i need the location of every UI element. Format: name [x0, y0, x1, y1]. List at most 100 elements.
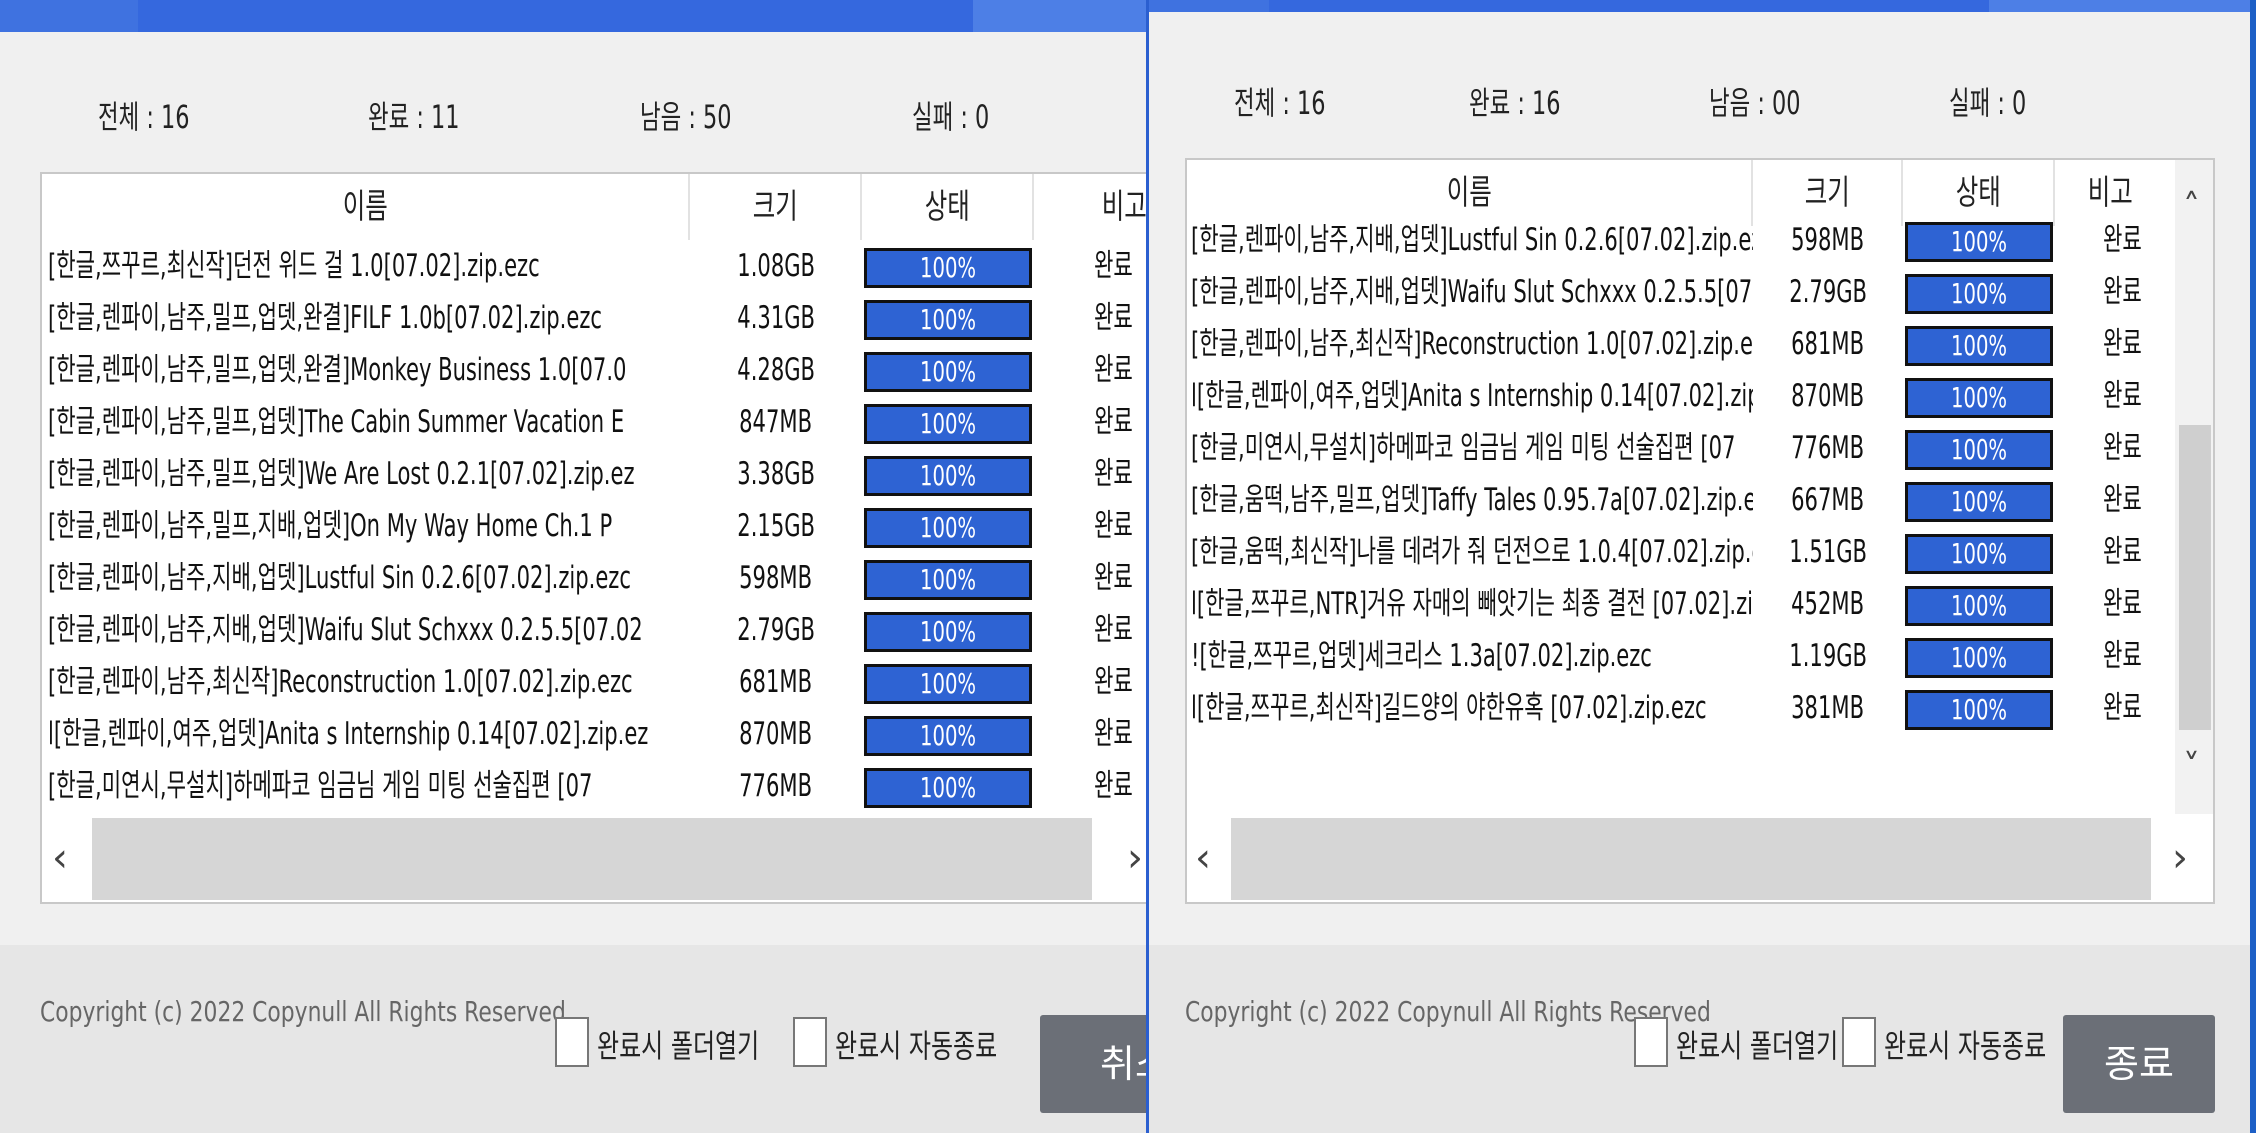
progress-bar: 100%	[864, 612, 1032, 652]
horizontal-scrollbar[interactable]: ‹ ›	[1187, 814, 2213, 902]
file-size-cell: 381MB	[1791, 690, 1865, 726]
file-name-cell: [한글,렌파이,남주,최신작]Reconstruction 1.0[07.02]…	[48, 664, 633, 700]
progress-bar: 100%	[864, 716, 1032, 756]
scroll-thumb[interactable]	[92, 818, 1092, 900]
progress-bar: 100%	[864, 664, 1032, 704]
status-note-cell: 완료	[2103, 586, 2142, 622]
table-row[interactable]: [한글,렌파이,남주,밀프,업뎃,완결]Monkey Business 1.0[…	[42, 344, 1146, 396]
progress-bar: 100%	[1905, 430, 2053, 470]
chevron-right-icon[interactable]: ›	[2172, 838, 2188, 878]
status-note-cell: 완료	[2103, 378, 2142, 414]
chevron-up-icon[interactable]: ˄	[2183, 190, 2200, 224]
status-note-cell: 완료	[1094, 456, 1133, 492]
file-size-cell: 4.31GB	[737, 300, 815, 336]
progress-bar: 100%	[1905, 690, 2053, 730]
horizontal-scrollbar[interactable]: ‹ ›	[42, 814, 1146, 902]
table-row[interactable]: l[한글,쯔꾸르,NTR]거유 자매의 빼앗기는 최종 결전 [07.02].z…	[1187, 578, 2213, 630]
progress-bar: 100%	[864, 560, 1032, 600]
table-row[interactable]: [한글,렌파이,남주,최신작]Reconstruction 1.0[07.02]…	[42, 656, 1146, 708]
progress-bar: 100%	[1905, 586, 2053, 626]
status-note-cell: 완료	[1094, 716, 1133, 752]
file-name-cell: [한글,렌파이,남주,지배,업뎃]Waifu Slut Schxxx 0.2.5…	[1191, 274, 1753, 310]
open-folder-checkbox[interactable]	[1634, 1017, 1668, 1067]
footer: Copyright (c) 2022 Copynull All Rights R…	[0, 945, 1146, 1133]
table-row[interactable]: [한글,렌파이,남주,지배,업뎃]Lustful Sin 0.2.6[07.02…	[1187, 214, 2213, 266]
file-size-cell: 3.38GB	[737, 456, 815, 492]
table-row[interactable]: [한글,렌파이,남주,최신작]Reconstruction 1.0[07.02]…	[1187, 318, 2213, 370]
status-note-cell: 완료	[2103, 326, 2142, 362]
column-header-name[interactable]: 이름	[42, 174, 690, 240]
file-size-cell: 452MB	[1791, 586, 1865, 622]
scroll-thumb[interactable]	[2179, 425, 2211, 730]
copyright-text: Copyright (c) 2022 Copynull All Rights R…	[1185, 995, 1711, 1028]
file-name-cell: l[한글,렌파이,여주,업뎃]Anita s Internship 0.14[0…	[1191, 378, 1753, 414]
stats-bar: 전체 : 16 완료 : 16 남음 : 00 실패 : 0	[1149, 78, 2250, 128]
chevron-left-icon[interactable]: ‹	[52, 838, 68, 878]
file-size-cell: 776MB	[739, 768, 813, 804]
progress-bar: 100%	[1905, 534, 2053, 574]
open-folder-checkbox[interactable]	[555, 1017, 589, 1067]
stat-failed: 실패 : 0	[912, 98, 990, 136]
status-note-cell: 완료	[2103, 482, 2142, 518]
table-row[interactable]: l[한글,렌파이,여주,업뎃]Anita s Internship 0.14[0…	[1187, 370, 2213, 422]
status-note-cell: 완료	[2103, 638, 2142, 674]
scroll-thumb[interactable]	[1231, 818, 2151, 900]
stat-done: 완료 : 11	[368, 98, 460, 136]
column-header-note[interactable]: 비고	[1034, 174, 1146, 240]
file-size-cell: 1.51GB	[1789, 534, 1867, 570]
table-row[interactable]: [한글,미연시,무설치]하메파코 임금님 게임 미팅 선술집편 [07 776MB…	[1187, 422, 2213, 474]
table-row[interactable]: [한글,미연시,무설치]하메파코 임금님 게임 미팅 선술집편 [07 776MB…	[42, 760, 1146, 812]
file-size-cell: 2.79GB	[1789, 274, 1867, 310]
status-note-cell: 완료	[1094, 300, 1133, 336]
extract-window-right: 전체 : 16 완료 : 16 남음 : 00 실패 : 0 이름 크기 상태 …	[1146, 0, 2250, 1133]
file-size-cell: 598MB	[1791, 222, 1865, 258]
file-name-cell: [한글,렌파이,남주,지배,업뎃]Lustful Sin 0.2.6[07.02…	[1191, 222, 1753, 258]
file-size-cell: 1.08GB	[737, 248, 815, 284]
table-row[interactable]: [한글,움떡,남주,밀프,업뎃]Taffy Tales 0.95.7a[07.0…	[1187, 474, 2213, 526]
status-note-cell: 완료	[2103, 690, 2142, 726]
file-name-cell: [한글,미연시,무설치]하메파코 임금님 게임 미팅 선술집편 [07	[1191, 430, 1736, 466]
file-name-cell: [한글,움떡,최신작]나를 데려가 줘 던전으로 1.0.4[07.02].zi…	[1191, 534, 1753, 570]
file-size-cell: 776MB	[1791, 430, 1865, 466]
table-row[interactable]: [한글,렌파이,남주,지배,업뎃]Lustful Sin 0.2.6[07.02…	[42, 552, 1146, 604]
auto-close-checkbox[interactable]	[1842, 1017, 1876, 1067]
table-row[interactable]: [한글,쯔꾸르,최신작]던전 위드 걸 1.0[07.02].zip.ezc 1.…	[42, 240, 1146, 292]
file-size-cell: 598MB	[739, 560, 813, 596]
column-header-status[interactable]: 상태	[862, 174, 1034, 240]
stat-total: 전체 : 16	[98, 98, 190, 136]
extract-window-left: 전체 : 16 완료 : 11 남음 : 50 실패 : 0 이름 크기 상태 …	[0, 0, 1146, 1133]
file-name-cell: [한글,렌파이,남주,밀프,업뎃,완결]FILF 1.0b[07.02].zip…	[48, 300, 603, 336]
auto-close-checkbox[interactable]	[793, 1017, 827, 1067]
file-list[interactable]: 이름 크기 상태 비고 [한글,렌파이,남주,지배,업뎃]Lustful Sin…	[1185, 158, 2215, 904]
progress-bar: 100%	[1905, 222, 2053, 262]
title-bar	[1149, 0, 2250, 12]
table-row[interactable]: l[한글,쯔꾸르,최신작]길드양의 야한유혹 [07.02].zip.ezc 38…	[1187, 682, 2213, 734]
table-row[interactable]: [한글,렌파이,남주,지배,업뎃]Waifu Slut Schxxx 0.2.5…	[42, 604, 1146, 656]
stats-bar: 전체 : 16 완료 : 11 남음 : 50 실패 : 0	[0, 92, 1146, 142]
file-size-cell: 847MB	[739, 404, 813, 440]
cancel-button[interactable]: 취소	[1040, 1015, 1146, 1113]
progress-bar: 100%	[864, 404, 1032, 444]
vertical-scrollbar[interactable]: ˄ ˅	[2175, 160, 2213, 814]
file-name-cell: [한글,렌파이,남주,지배,업뎃]Lustful Sin 0.2.6[07.02…	[48, 560, 631, 596]
file-name-cell: [한글,렌파이,남주,최신작]Reconstruction 1.0[07.02]…	[1191, 326, 1753, 362]
table-row[interactable]: [한글,렌파이,남주,밀프,업뎃,완결]FILF 1.0b[07.02].zip…	[42, 292, 1146, 344]
status-note-cell: 완료	[1094, 404, 1133, 440]
status-note-cell: 완료	[2103, 430, 2142, 466]
table-row[interactable]: [한글,렌파이,남주,지배,업뎃]Waifu Slut Schxxx 0.2.5…	[1187, 266, 2213, 318]
file-list[interactable]: 이름 크기 상태 비고 [한글,쯔꾸르,최신작]던전 위드 걸 1.0[07.0…	[40, 172, 1146, 904]
chevron-right-icon[interactable]: ›	[1127, 838, 1143, 878]
chevron-left-icon[interactable]: ‹	[1195, 838, 1211, 878]
status-note-cell: 완료	[1094, 664, 1133, 700]
file-name-cell: [한글,렌파이,남주,밀프,업뎃]The Cabin Summer Vacati…	[48, 404, 625, 440]
table-row[interactable]: [한글,렌파이,남주,밀프,업뎃]We Are Lost 0.2.1[07.02…	[42, 448, 1146, 500]
table-row[interactable]: ![한글,쯔꾸르,업뎃]세크리스 1.3a[07.02].zip.ezc 1.19…	[1187, 630, 2213, 682]
table-row[interactable]: [한글,렌파이,남주,밀프,지배,업뎃]On My Way Home Ch.1 …	[42, 500, 1146, 552]
copyright-text: Copyright (c) 2022 Copynull All Rights R…	[40, 995, 566, 1028]
table-row[interactable]: l[한글,렌파이,여주,업뎃]Anita s Internship 0.14[0…	[42, 708, 1146, 760]
table-row[interactable]: [한글,렌파이,남주,밀프,업뎃]The Cabin Summer Vacati…	[42, 396, 1146, 448]
close-button[interactable]: 종료	[2063, 1015, 2215, 1113]
chevron-down-icon[interactable]: ˅	[2183, 750, 2200, 784]
table-row[interactable]: [한글,움떡,최신작]나를 데려가 줘 던전으로 1.0.4[07.02].zi…	[1187, 526, 2213, 578]
column-header-size[interactable]: 크기	[690, 174, 862, 240]
